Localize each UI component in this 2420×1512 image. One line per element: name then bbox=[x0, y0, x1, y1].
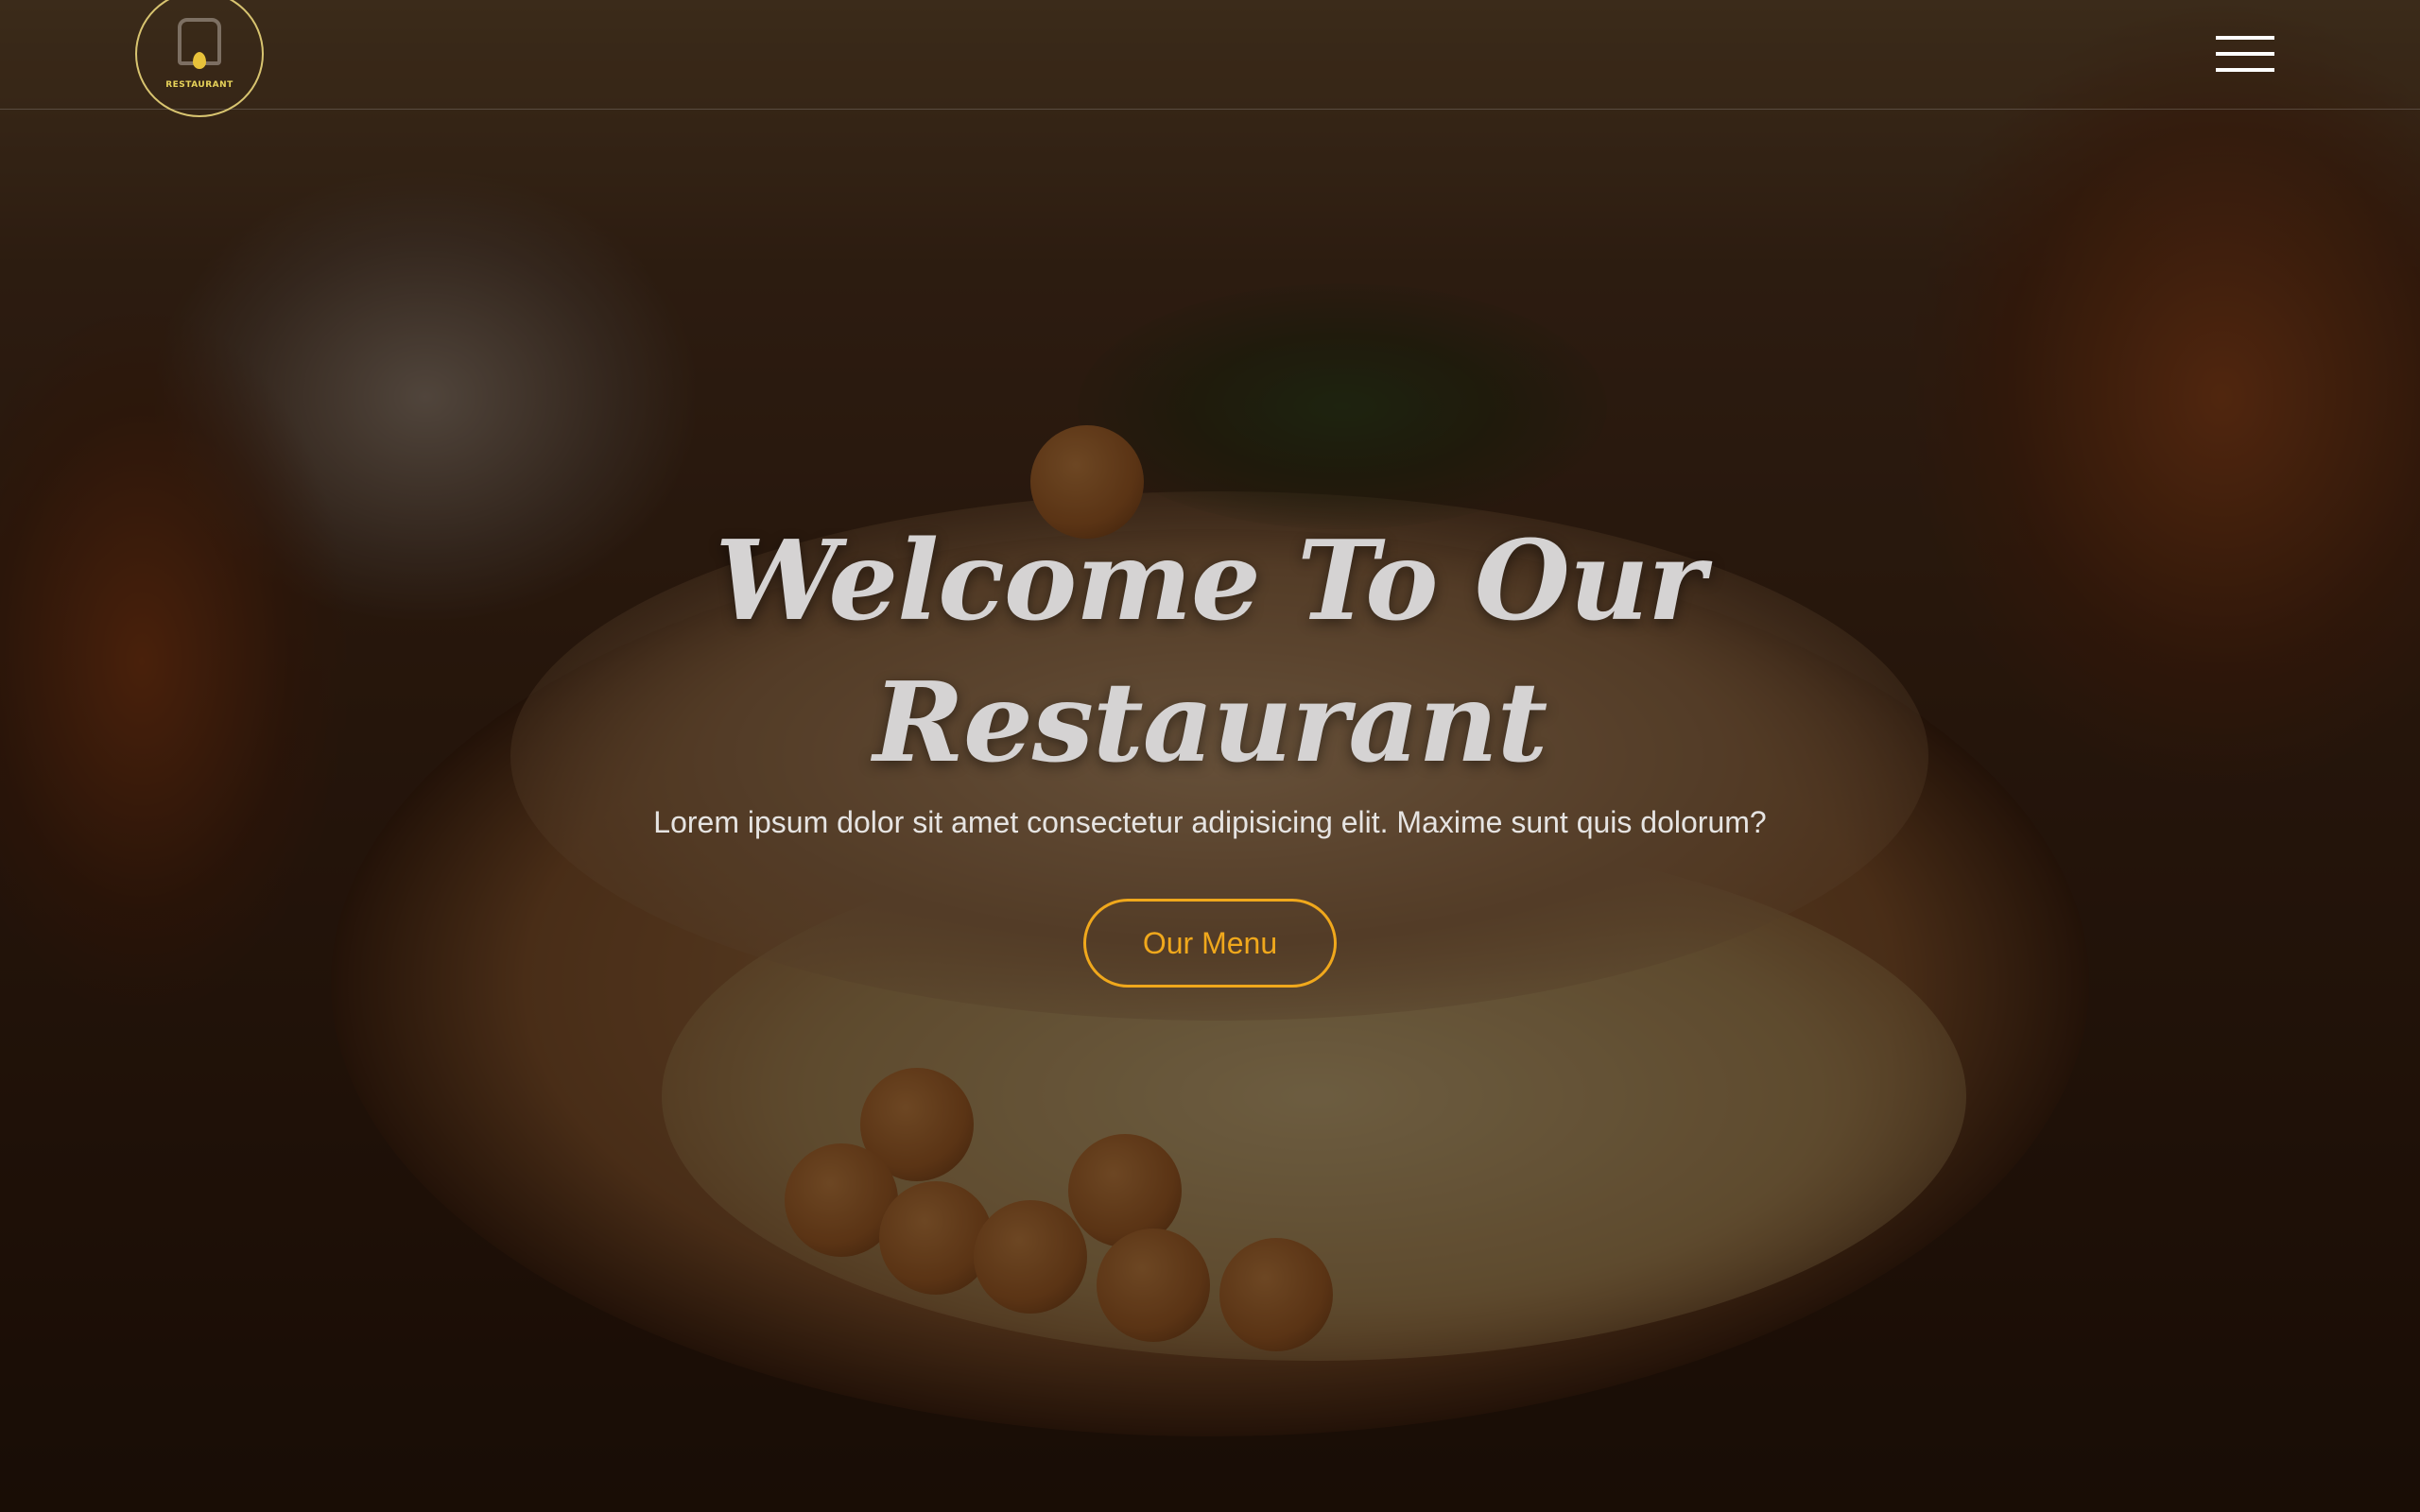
logo-text: RESTAURANT bbox=[165, 80, 233, 90]
hamburger-menu-icon[interactable] bbox=[2216, 36, 2274, 74]
our-menu-button[interactable]: Our Menu bbox=[1083, 899, 1337, 988]
hero-subtitle: Lorem ipsum dolor sit amet consectetur a… bbox=[653, 805, 1767, 839]
restaurant-logo[interactable]: RESTAURANT bbox=[135, 0, 264, 117]
hero-section: RESTAURANT Welcome To Our Restaurant Lor… bbox=[0, 0, 2420, 1512]
hero-title-line2: Restaurant bbox=[873, 659, 1548, 787]
hero-content: Welcome To Our Restaurant Lorem ipsum do… bbox=[0, 510, 2420, 988]
top-navbar: RESTAURANT bbox=[0, 0, 2420, 117]
hero-title: Welcome To Our Restaurant bbox=[0, 510, 2420, 794]
hero-title-line1: Welcome To Our bbox=[715, 517, 1706, 645]
logo-emblem-icon bbox=[172, 18, 227, 77]
